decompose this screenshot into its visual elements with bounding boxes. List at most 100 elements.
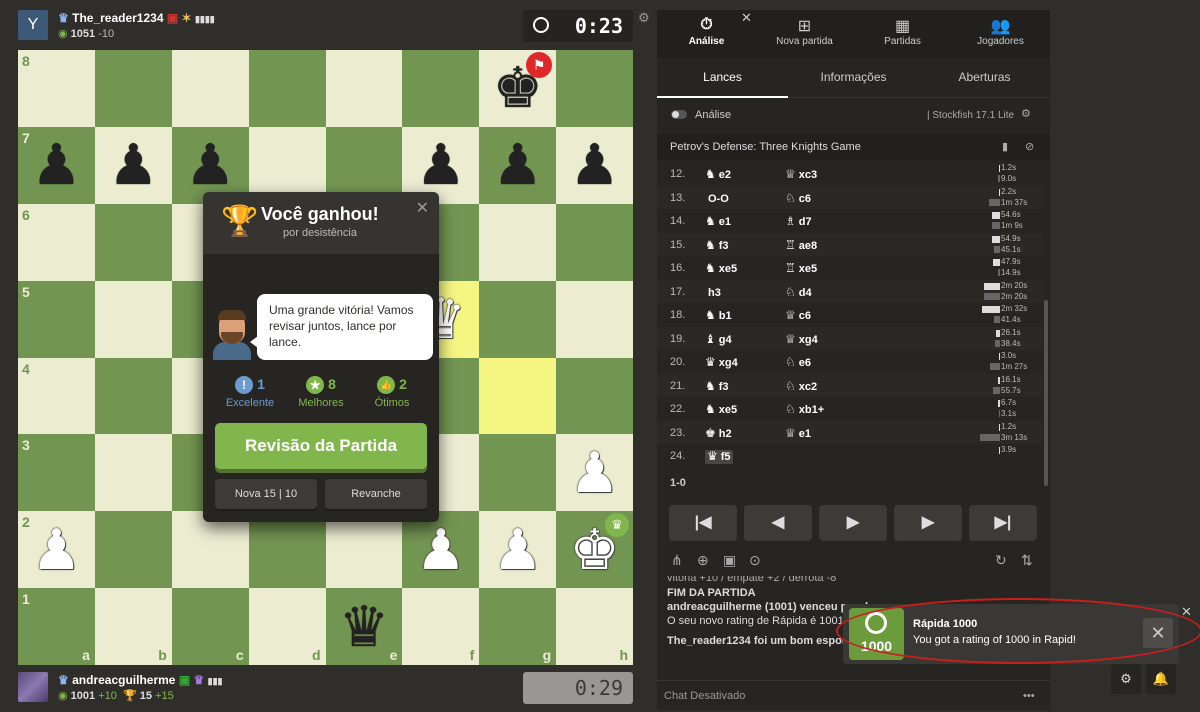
image-icon[interactable]: ▣ [723, 552, 736, 569]
square-d1[interactable]: d [248, 588, 326, 665]
add-board-icon[interactable]: ⊕ [697, 552, 709, 569]
play-button[interactable]: ▶ [819, 505, 887, 541]
flip-board-icon[interactable]: ⇅ [1021, 552, 1033, 569]
close-notification-button[interactable]: ✕ [1143, 618, 1173, 648]
refresh-icon[interactable]: ↻ [995, 552, 1007, 569]
square-g7[interactable]: ♟ [479, 126, 557, 204]
square-f8[interactable] [402, 50, 480, 127]
white-pawn-h3-icon[interactable]: ♟ [556, 434, 633, 511]
square-a8[interactable]: 8 [18, 50, 95, 127]
square-a2[interactable]: 2 ♟ [18, 511, 95, 589]
black-queen-icon[interactable]: ♛ [326, 588, 403, 665]
white-move[interactable]: ♞ e2 [705, 167, 731, 181]
square-d2[interactable] [248, 511, 326, 589]
square-g4[interactable] [479, 357, 557, 435]
white-pawn-g2-icon[interactable]: ♟ [479, 511, 556, 588]
white-move[interactable]: h3 [705, 285, 721, 299]
first-move-button[interactable]: |◀ [669, 505, 737, 541]
square-a1[interactable]: 1a [18, 588, 95, 665]
square-b5[interactable] [94, 280, 172, 358]
new-game-button[interactable]: Nova 15 | 10 [215, 479, 317, 509]
nav-players[interactable]: 👥 Jogadores [953, 16, 1048, 47]
chat-input-bar[interactable]: Chat Desativado ••• [657, 680, 1050, 710]
square-g1[interactable]: g [479, 588, 557, 665]
share-icon[interactable]: ⋔ [671, 552, 683, 569]
nav-analysis[interactable]: ⏱ Análise [659, 16, 754, 47]
square-h2[interactable]: ♚ ♛ [556, 511, 633, 589]
stat-excellent[interactable]: ! 1 Excelente [215, 376, 285, 409]
black-move[interactable]: ♕ c6 [785, 308, 811, 322]
white-move[interactable]: ♝ g4 [705, 332, 732, 346]
next-move-button[interactable]: ▶ [894, 505, 962, 541]
square-e2[interactable] [325, 511, 403, 589]
square-b8[interactable] [94, 50, 172, 127]
black-move[interactable]: ♕ xg4 [785, 332, 818, 346]
square-a7[interactable]: 7 ♟ [18, 126, 95, 204]
black-move[interactable]: ♖ xe5 [785, 261, 817, 275]
last-move-button[interactable]: ▶| [969, 505, 1037, 541]
square-e8[interactable] [325, 50, 403, 127]
engine-settings-icon[interactable]: ⚙ [1021, 107, 1031, 120]
nav-games[interactable]: ▦ Partidas [855, 16, 950, 47]
square-b6[interactable] [94, 203, 172, 281]
notifications-bell-icon[interactable]: 🔔 [1146, 664, 1176, 694]
close-icon[interactable]: ✕ [416, 198, 429, 218]
white-move[interactable]: ♞ e1 [705, 214, 731, 228]
black-move[interactable]: ♘ xb1+ [785, 402, 824, 416]
square-c1[interactable]: c [171, 588, 249, 665]
close-panel-icon[interactable]: ✕ [741, 10, 752, 26]
opponent-avatar[interactable]: Y [18, 10, 48, 40]
black-pawn-g7-icon[interactable]: ♟ [479, 127, 556, 204]
rematch-button[interactable]: Revanche [325, 479, 427, 509]
square-b3[interactable] [94, 434, 172, 512]
more-options-icon[interactable]: ••• [1023, 681, 1035, 711]
black-move[interactable]: ♕ xc3 [785, 167, 817, 181]
black-move[interactable]: ♘ xc2 [785, 379, 817, 393]
nav-new-game[interactable]: ⊞ Nova partida [757, 16, 852, 47]
black-move[interactable]: ♕ e1 [785, 426, 811, 440]
square-h6[interactable] [556, 203, 633, 281]
move-list-scrollbar[interactable] [1044, 300, 1048, 486]
black-move[interactable]: ♗ d7 [785, 214, 812, 228]
stat-best[interactable]: ★ 8 Melhores [286, 376, 356, 409]
white-pawn-f2-icon[interactable]: ♟ [402, 511, 479, 588]
square-a3[interactable]: 3 [18, 434, 95, 512]
white-move[interactable]: ♚ h2 [705, 426, 732, 440]
square-c2[interactable] [171, 511, 249, 589]
analysis-toggle[interactable] [671, 110, 687, 119]
close-icon[interactable]: ✕ [1181, 604, 1192, 620]
square-e1[interactable]: e ♛ [325, 588, 403, 665]
settings-icon[interactable]: ⚙ [1111, 664, 1141, 694]
white-pawn-a2-icon[interactable]: ♟ [18, 511, 95, 588]
game-review-button[interactable]: Revisão da Partida [215, 423, 427, 469]
square-a5[interactable]: 5 [18, 280, 95, 358]
square-b7[interactable]: ♟ [94, 126, 172, 204]
no-sign-icon[interactable]: ⊘ [1025, 134, 1034, 160]
black-pawn-h7-icon[interactable]: ♟ [556, 127, 633, 204]
black-move[interactable]: ♘ d4 [785, 285, 812, 299]
move-list[interactable]: 12. ♞ e2 ♕ xc3 1.2s 9.0s 13. O-O ♘ c6 2.2s 1m 37s 14.… [657, 162, 1043, 490]
tab-moves[interactable]: Lances [657, 58, 788, 98]
white-move[interactable]: ♛ f5 [705, 449, 733, 464]
white-move[interactable]: ♛ xg4 [705, 355, 738, 369]
book-icon[interactable]: ▮ [1002, 134, 1008, 160]
player-name[interactable]: andreacguilherme [72, 673, 175, 687]
board-settings-icon[interactable]: ⚙ [638, 10, 650, 26]
square-g3[interactable] [479, 434, 557, 512]
black-move[interactable]: ♘ e6 [785, 355, 811, 369]
square-f1[interactable]: f [402, 588, 480, 665]
square-h8[interactable] [556, 50, 633, 127]
square-h5[interactable] [556, 280, 633, 358]
previous-move-button[interactable]: ◀ [744, 505, 812, 541]
square-g6[interactable] [479, 203, 557, 281]
player-avatar[interactable] [18, 672, 48, 702]
white-move[interactable]: ♞ b1 [705, 308, 732, 322]
white-move[interactable]: ♞ f3 [705, 238, 729, 252]
tab-openings[interactable]: Aberturas [919, 58, 1050, 98]
white-move[interactable]: ♞ f3 [705, 379, 729, 393]
square-a6[interactable]: 6 [18, 203, 95, 281]
square-h7[interactable]: ♟ [556, 126, 633, 204]
square-b1[interactable]: b [94, 588, 172, 665]
black-pawn-a7-icon[interactable]: ♟ [18, 127, 95, 204]
tab-info[interactable]: Informações [788, 58, 919, 98]
